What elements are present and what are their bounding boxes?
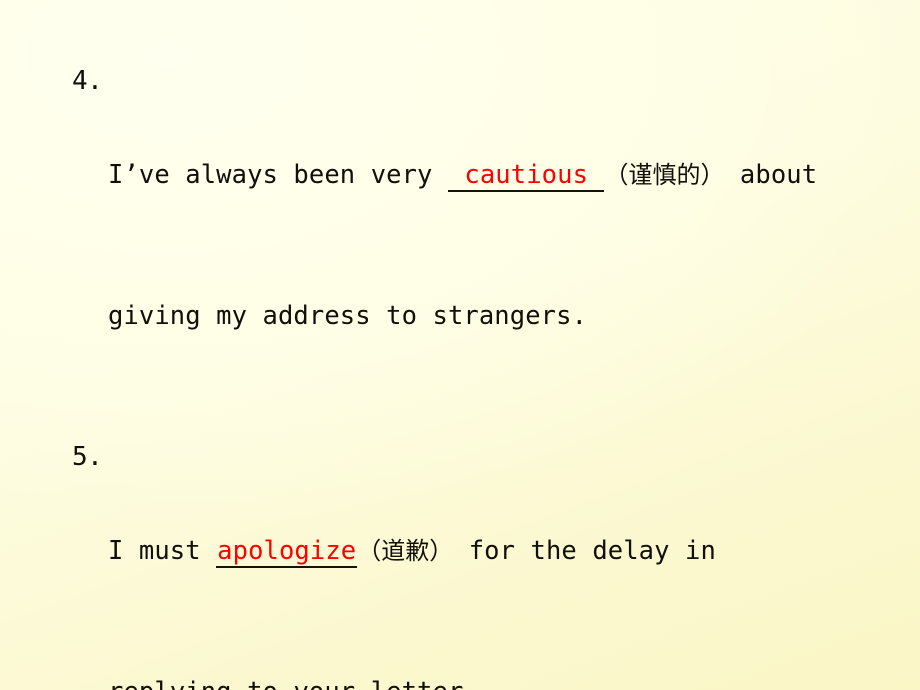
chinese-gloss: （道歉）	[357, 537, 454, 565]
sentence-text: I must	[108, 536, 217, 566]
item-line-2: giving my address to strangers.	[108, 301, 588, 331]
item-number: 5.	[72, 442, 103, 472]
slide-canvas: 4. I’ve always been very cautious （谨慎的） …	[0, 0, 920, 690]
item-text: I’ve always been very cautious （谨慎的） abo…	[108, 58, 906, 434]
list-item: 4. I’ve always been very cautious （谨慎的） …	[72, 58, 906, 434]
list-item: 5. I must apologize（道歉） for the delay in…	[72, 434, 906, 690]
chinese-gloss: （谨慎的）	[604, 161, 725, 189]
item-line: I must apologize（道歉） for the delay in	[108, 528, 906, 575]
sentence-text-tail: about	[724, 160, 818, 190]
item-number: 4.	[72, 66, 103, 96]
item-line-2: replying to your letter.	[108, 669, 906, 690]
exercise-list: 4. I’ve always been very cautious （谨慎的） …	[72, 58, 906, 690]
sentence-text-tail: for the delay in	[453, 536, 716, 566]
item-text: I must apologize（道歉） for the delay in re…	[108, 434, 906, 690]
answer-blank[interactable]: cautious	[447, 160, 605, 192]
item-line: I’ve always been very cautious （谨慎的） abo…	[108, 152, 906, 199]
sentence-text: I’ve always been very	[108, 160, 448, 190]
answer-blank[interactable]: apologize	[216, 536, 358, 568]
